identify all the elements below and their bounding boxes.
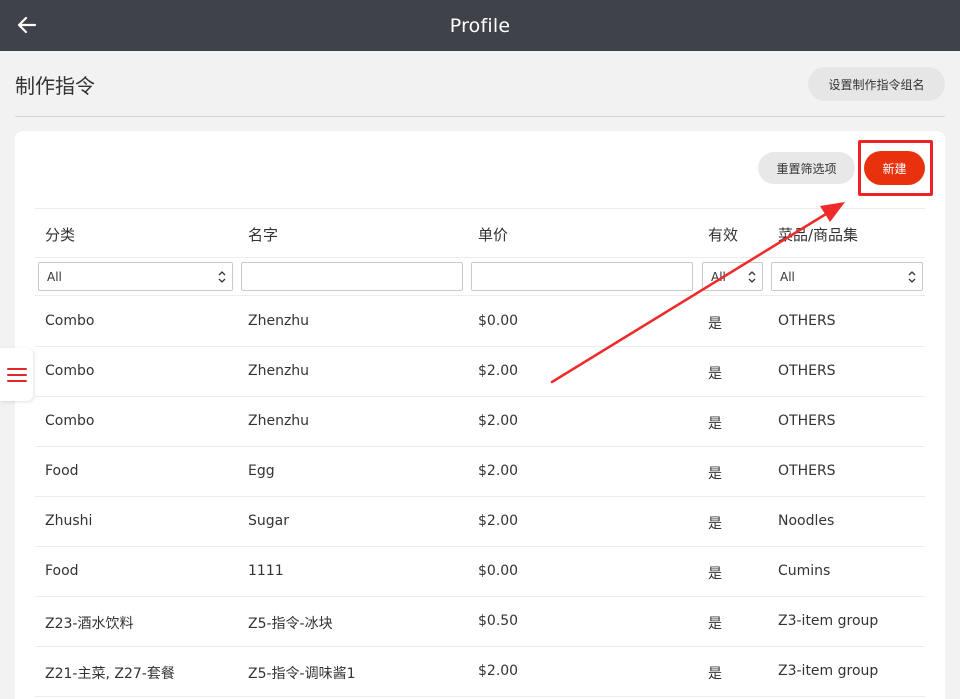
cell-price: $2.00	[478, 413, 519, 429]
cell-valid: 是	[708, 416, 722, 432]
select-chevron-icon	[748, 271, 756, 283]
category-filter-value: All	[47, 269, 62, 284]
cell-price: $2.00	[478, 663, 519, 679]
cell-itemset: OTHERS	[778, 413, 836, 429]
column-header-itemset[interactable]: 菜品/商品集	[778, 224, 858, 245]
cell-name: Egg	[248, 463, 275, 479]
cell-valid: 是	[708, 316, 722, 332]
column-header-category[interactable]: 分类	[45, 224, 75, 245]
cell-name: Z5-指令-调味酱1	[248, 666, 356, 682]
hamburger-menu-icon	[6, 367, 27, 382]
cell-price: $0.00	[478, 563, 519, 579]
cell-name: Zhenzhu	[248, 313, 310, 329]
cell-category: Combo	[45, 363, 95, 379]
select-chevron-icon	[908, 271, 916, 283]
table-row[interactable]: Combo Zhenzhu $2.00 是 OTHERS	[35, 347, 925, 397]
table-row[interactable]: Z21-主菜, Z27-套餐 Z5-指令-调味酱1 $2.00 是 Z3-ite…	[35, 647, 925, 697]
cell-name: Z5-指令-冰块	[248, 616, 333, 632]
table-row[interactable]: Combo Zhenzhu $0.00 是 OTHERS	[35, 297, 925, 347]
select-chevron-icon	[218, 271, 226, 283]
cell-category: Food	[45, 563, 79, 579]
cell-name: Sugar	[248, 513, 289, 529]
cell-valid: 是	[708, 366, 722, 382]
cell-itemset: Cumins	[778, 563, 831, 579]
cell-name: Zhenzhu	[248, 413, 310, 429]
valid-filter-select[interactable]: All	[702, 262, 763, 291]
cell-valid: 是	[708, 466, 722, 482]
cell-price: $0.00	[478, 313, 519, 329]
cell-category: Combo	[45, 413, 95, 429]
cell-valid: 是	[708, 666, 722, 682]
cell-price: $2.00	[478, 363, 519, 379]
cell-category: Food	[45, 463, 79, 479]
page-title: 制作指令	[15, 74, 95, 98]
cell-itemset: Z3-item group	[778, 613, 879, 629]
cell-itemset: Z3-item group	[778, 663, 879, 679]
column-header-valid[interactable]: 有效	[708, 224, 738, 245]
cell-category: Z21-主菜, Z27-套餐	[45, 666, 175, 682]
set-group-name-button[interactable]: 设置制作指令组名	[808, 67, 945, 101]
cell-category: Z23-酒水饮料	[45, 616, 134, 632]
cell-category: Zhushi	[45, 513, 93, 529]
itemset-filter-value: All	[780, 269, 795, 284]
cell-price: $2.00	[478, 463, 519, 479]
cell-name: 1111	[248, 563, 284, 579]
category-filter-select[interactable]: All	[38, 262, 233, 291]
column-header-price[interactable]: 单价	[478, 224, 508, 245]
cell-valid: 是	[708, 616, 722, 632]
table-row[interactable]: Combo Zhenzhu $2.00 是 OTHERS	[35, 397, 925, 447]
cell-price: $2.00	[478, 513, 519, 529]
cell-itemset: OTHERS	[778, 313, 836, 329]
cell-price: $0.50	[478, 613, 519, 629]
back-button[interactable]	[14, 12, 40, 38]
price-filter-input[interactable]	[471, 262, 693, 291]
reset-filters-button[interactable]: 重置筛选项	[758, 152, 855, 184]
cell-name: Zhenzhu	[248, 363, 310, 379]
itemset-filter-select[interactable]: All	[771, 262, 923, 291]
column-header-name[interactable]: 名字	[248, 224, 278, 245]
new-button[interactable]: 新建	[864, 151, 925, 185]
table-row[interactable]: Food Egg $2.00 是 OTHERS	[35, 447, 925, 497]
instructions-card: 重置筛选项 新建 分类 名字 单价 有效 菜品/商品集 All All All	[15, 131, 945, 699]
topbar-title: Profile	[449, 14, 511, 37]
cell-itemset: OTHERS	[778, 463, 836, 479]
cell-itemset: Noodles	[778, 513, 835, 529]
table-row[interactable]: Food 1111 $0.00 是 Cumins	[35, 547, 925, 597]
filter-row: All All All	[35, 258, 925, 296]
name-filter-input[interactable]	[241, 262, 463, 291]
top-app-bar: Profile	[0, 0, 960, 51]
table-row[interactable]: Z23-酒水饮料 Z5-指令-冰块 $0.50 是 Z3-item group	[35, 597, 925, 647]
table-row[interactable]: Zhushi Sugar $2.00 是 Noodles	[35, 497, 925, 547]
sidebar-toggle-button[interactable]	[0, 348, 33, 401]
arrow-left-icon	[17, 16, 37, 34]
header-divider	[15, 116, 945, 117]
cell-category: Combo	[45, 313, 95, 329]
table-header: 分类 名字 单价 有效 菜品/商品集	[35, 208, 925, 258]
cell-itemset: OTHERS	[778, 363, 836, 379]
valid-filter-value: All	[711, 269, 726, 284]
cell-valid: 是	[708, 566, 722, 582]
cell-valid: 是	[708, 516, 722, 532]
